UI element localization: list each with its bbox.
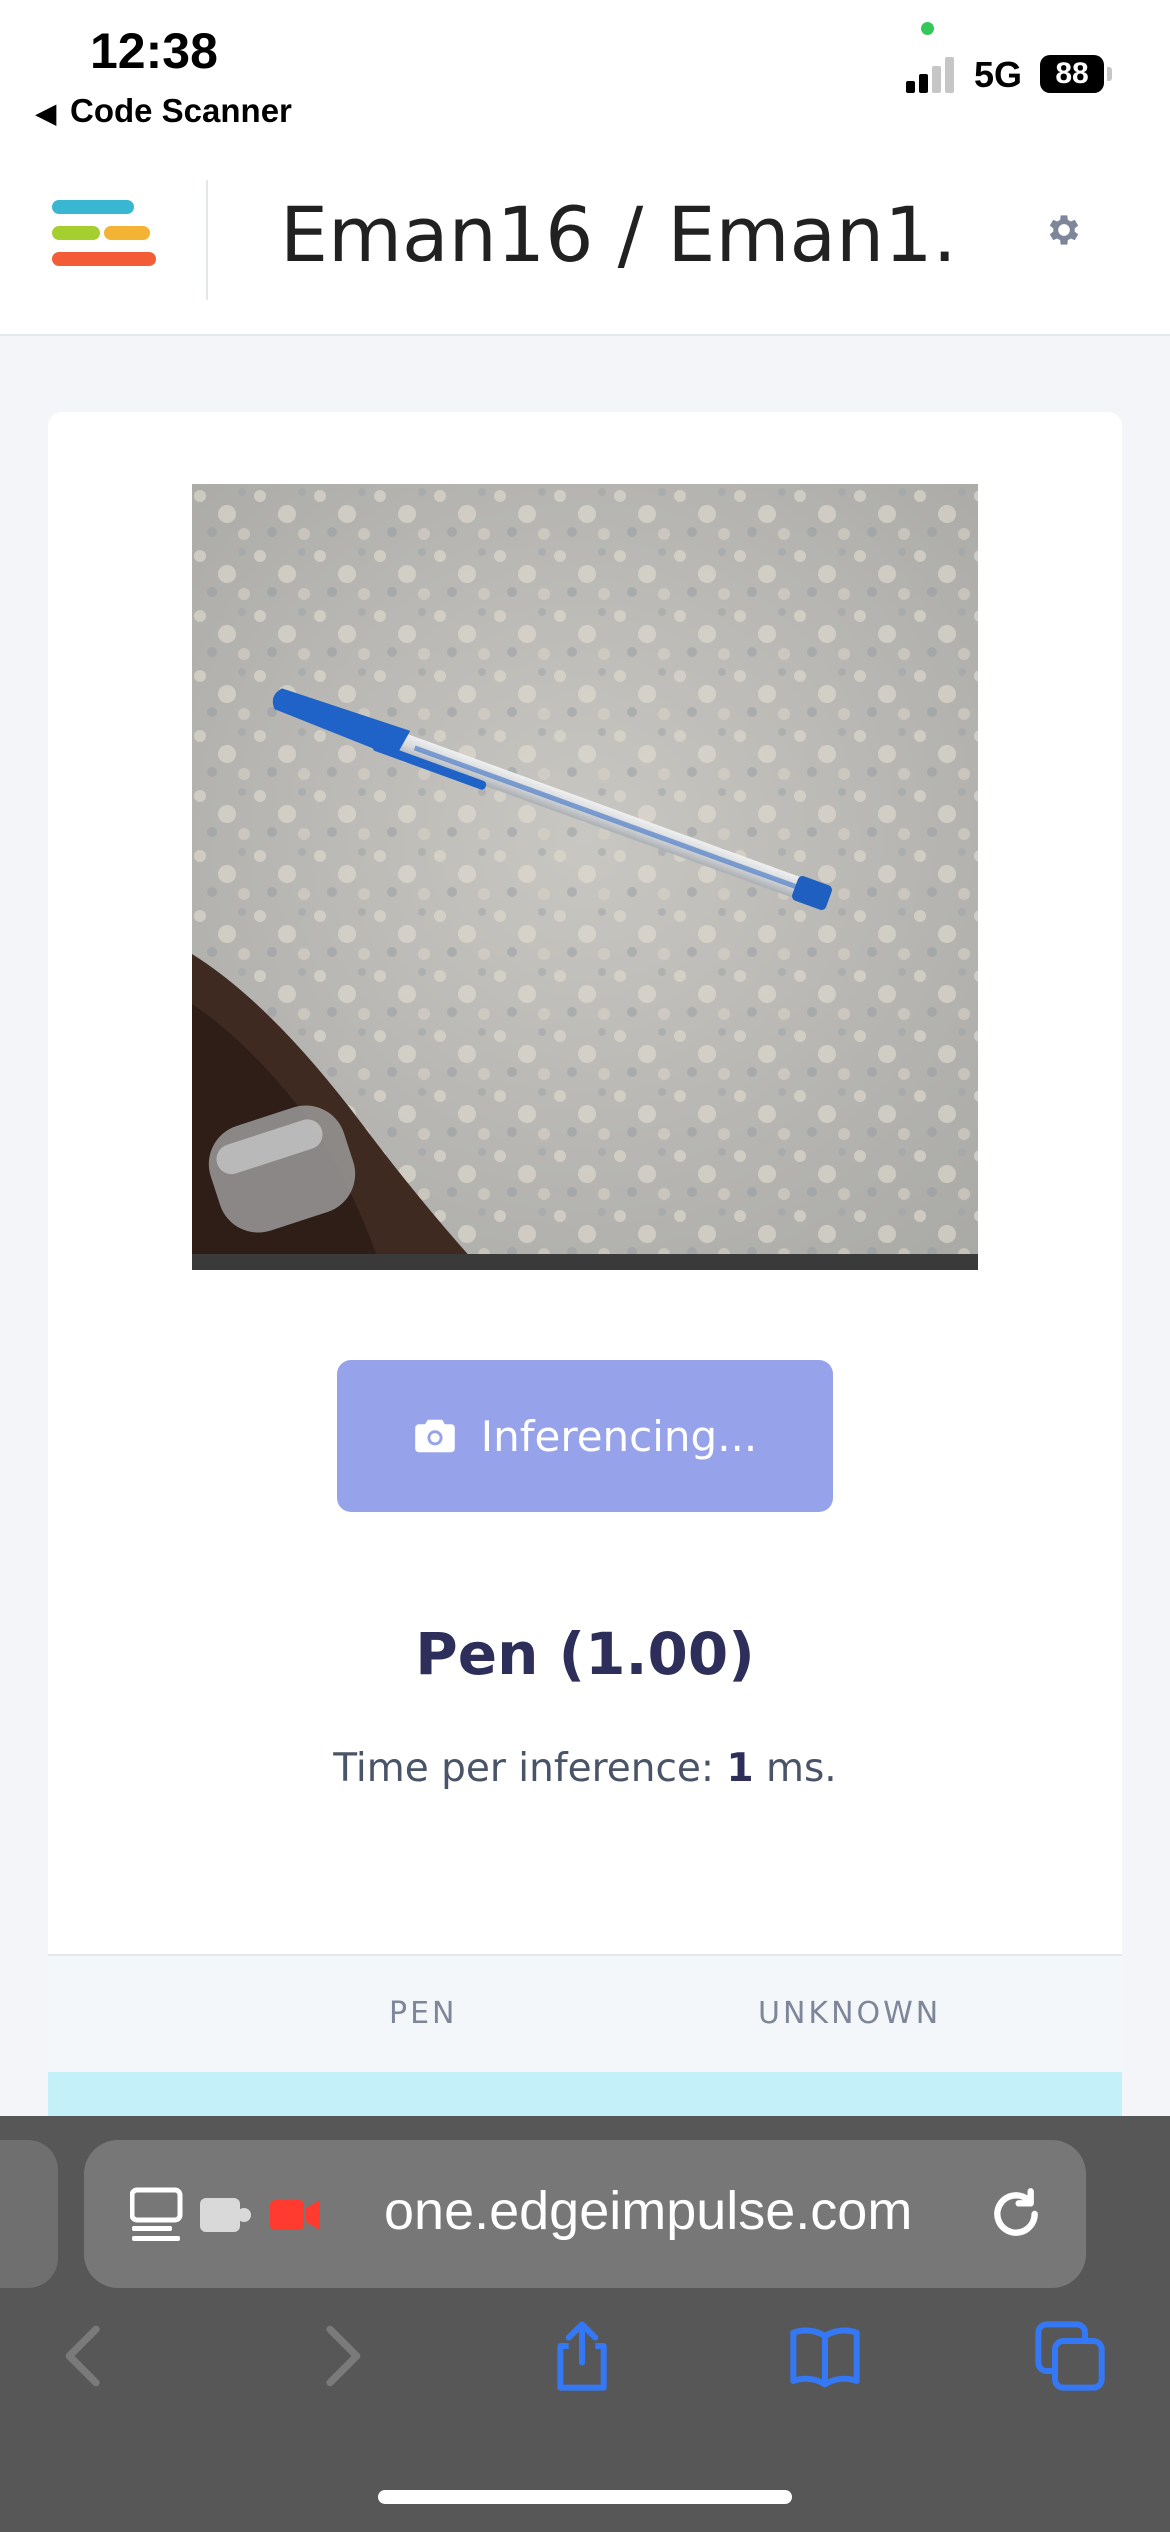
address-bar[interactable]: one.edgeimpulse.com xyxy=(84,2140,1086,2288)
back-app-label: Code Scanner xyxy=(70,92,292,129)
forward-icon[interactable] xyxy=(300,2316,380,2396)
clock: 12:38 xyxy=(90,23,218,79)
share-icon[interactable] xyxy=(542,2316,622,2396)
back-icon[interactable] xyxy=(46,2316,126,2396)
reload-icon[interactable] xyxy=(984,2182,1048,2246)
page-menu-icons[interactable] xyxy=(130,2184,360,2244)
inferencing-button[interactable]: Inferencing... xyxy=(337,1360,833,1512)
url-text: one.edgeimpulse.com xyxy=(384,2181,913,2241)
header-divider xyxy=(206,180,208,300)
battery-icon: 88 xyxy=(1040,55,1104,93)
column-header-pen: PEN xyxy=(389,1996,458,2031)
back-to-app-link[interactable]: ◀ Code Scanner xyxy=(36,92,292,130)
edge-impulse-logo[interactable] xyxy=(52,200,156,270)
bookmarks-icon[interactable] xyxy=(785,2316,865,2396)
cellular-signal-icon xyxy=(906,55,956,93)
battery-level: 88 xyxy=(1055,57,1089,90)
home-indicator xyxy=(378,2490,792,2504)
previous-tab-preview[interactable] xyxy=(0,2140,58,2288)
status-bar: 12:38 ◀ Code Scanner 5G 88 xyxy=(0,0,1170,150)
inference-time-suffix: ms. xyxy=(753,1746,837,1791)
camera-icon xyxy=(414,1419,455,1453)
camera-preview-image xyxy=(192,484,978,1270)
classification-result: Pen (1.00) xyxy=(415,1620,755,1688)
camera-in-use-indicator xyxy=(921,22,934,35)
inferencing-button-label: Inferencing... xyxy=(480,1411,758,1461)
inference-time: Time per inference: 1 ms. xyxy=(48,1746,1122,1791)
back-arrow-icon: ◀ xyxy=(36,98,56,128)
camera-preview xyxy=(192,484,978,1270)
classification-card: Inferencing... Pen (1.00) Time per infer… xyxy=(48,412,1122,2132)
column-header-unknown: UNKNOWN xyxy=(758,1996,942,2031)
tabs-icon[interactable] xyxy=(1030,2316,1110,2396)
battery-cap xyxy=(1107,67,1112,81)
app-header: Eman16 / Eman1... xyxy=(0,150,1170,336)
inference-time-prefix: Time per inference: xyxy=(333,1746,727,1791)
browser-toolbar: one.edgeimpulse.com xyxy=(0,2116,1170,2532)
results-table-header: PEN UNKNOWN xyxy=(48,1954,1122,2074)
network-type: 5G xyxy=(974,54,1023,95)
gear-icon[interactable] xyxy=(1044,210,1084,250)
project-title: Eman16 / Eman1... xyxy=(280,190,960,279)
inference-time-value: 1 xyxy=(726,1746,754,1791)
